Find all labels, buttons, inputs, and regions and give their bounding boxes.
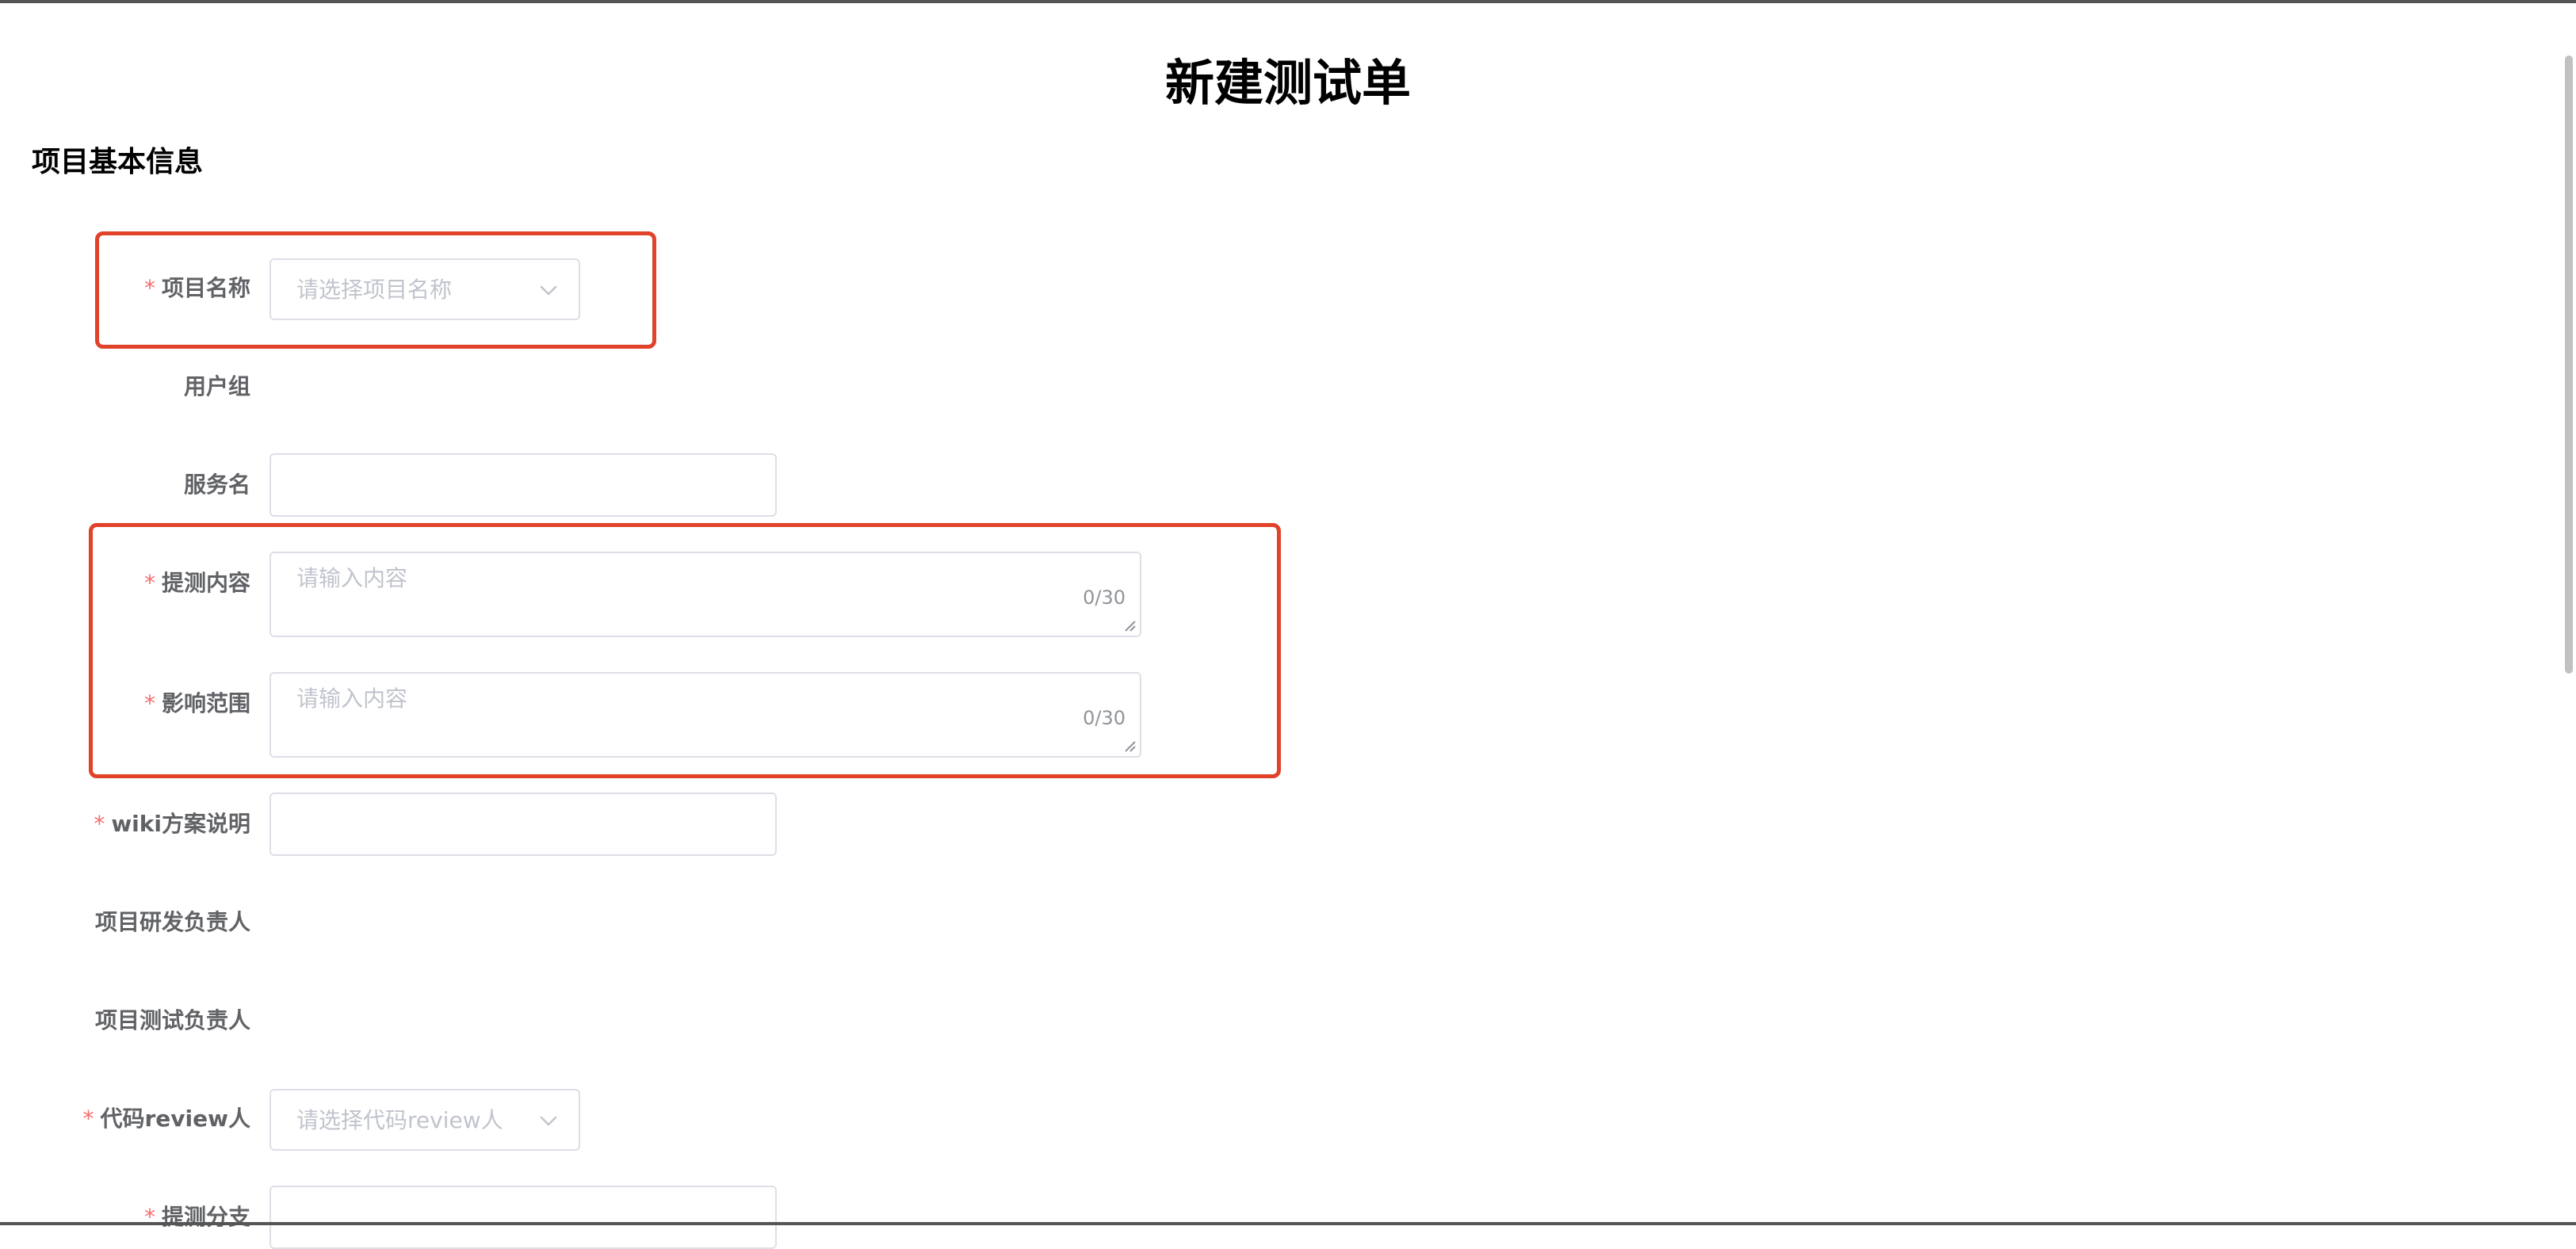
test-content-word-count: 0/30 xyxy=(1083,586,1126,609)
vertical-scrollbar[interactable] xyxy=(2565,55,2573,674)
page-title: 新建测试单 xyxy=(1164,54,1411,112)
test-branch-label: * 提测分支 xyxy=(143,1204,250,1230)
test-branch-input[interactable] xyxy=(269,1186,777,1249)
code-reviewer-select[interactable]: 请选择代码review人 xyxy=(269,1089,580,1151)
resize-grip-icon[interactable] xyxy=(1122,739,1137,753)
required-mark: * xyxy=(143,275,155,301)
window-top-border xyxy=(0,0,2576,3)
impact-scope-placeholder: 请输入内容 xyxy=(296,686,408,712)
window-bottom-border xyxy=(0,1222,2576,1225)
dev-owner-label: 项目研发负责人 xyxy=(94,909,250,935)
impact-scope-label: * 影响范围 xyxy=(143,690,250,716)
required-mark: * xyxy=(82,1106,94,1132)
test-content-textarea[interactable]: 请输入内容 0/30 xyxy=(269,552,1141,637)
test-content-label: * 提测内容 xyxy=(143,570,250,596)
service-name-label: 服务名 xyxy=(183,472,250,498)
required-mark: * xyxy=(143,1204,155,1230)
test-owner-label: 项目测试负责人 xyxy=(94,1007,250,1033)
test-content-placeholder: 请输入内容 xyxy=(296,565,408,591)
project-name-label: * 项目名称 xyxy=(143,275,250,301)
wiki-label: * wiki方案说明 xyxy=(94,811,250,837)
resize-grip-icon[interactable] xyxy=(1122,618,1137,632)
code-reviewer-label: * 代码review人 xyxy=(82,1106,250,1132)
section-title: 项目基本信息 xyxy=(32,146,204,178)
chevron-down-icon xyxy=(540,285,557,296)
chevron-down-icon xyxy=(540,1116,557,1126)
code-reviewer-placeholder: 请选择代码review人 xyxy=(296,1107,503,1133)
impact-scope-textarea[interactable]: 请输入内容 0/30 xyxy=(269,672,1141,758)
required-mark: * xyxy=(143,570,155,596)
wiki-input[interactable] xyxy=(269,793,777,856)
service-name-input[interactable] xyxy=(269,453,777,517)
impact-scope-word-count: 0/30 xyxy=(1083,707,1126,729)
project-name-placeholder: 请选择项目名称 xyxy=(296,277,453,303)
required-mark: * xyxy=(143,690,155,716)
required-mark: * xyxy=(94,811,105,837)
project-name-select[interactable]: 请选择项目名称 xyxy=(269,258,580,320)
user-group-label: 用户组 xyxy=(183,373,250,399)
